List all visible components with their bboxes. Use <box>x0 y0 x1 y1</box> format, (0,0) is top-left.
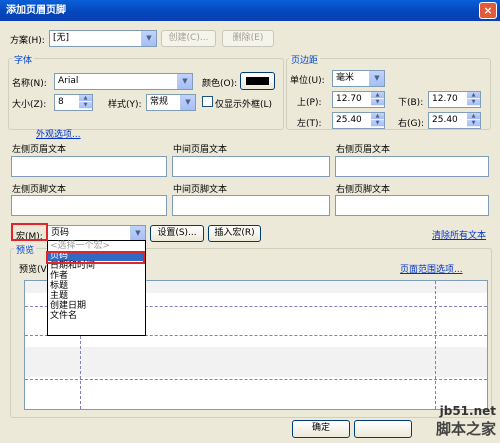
window-title: 添加页眉页脚 <box>6 5 66 16</box>
margin-right-value: 25.40 <box>432 115 458 125</box>
right-footer-label: 右侧页脚文本 <box>336 185 391 195</box>
font-style-label: 样式(Y): <box>108 100 142 110</box>
font-group-title: 字体 <box>12 53 35 66</box>
spin-up-icon[interactable]: ▲ <box>371 92 384 99</box>
center-header-label: 中间页眉文本 <box>173 145 228 155</box>
margin-group-title: 页边距 <box>289 53 321 66</box>
spin-down-icon[interactable]: ▼ <box>371 99 384 106</box>
spin-up-icon[interactable]: ▲ <box>467 92 480 99</box>
margin-unit-label: 单位(U): <box>290 76 325 86</box>
font-size-spinner[interactable]: 8 ▲ ▼ <box>54 94 93 111</box>
right-footer-input[interactable] <box>335 195 489 216</box>
margin-left-label: 左(T): <box>297 119 322 129</box>
appearance-options-link[interactable]: 外观选项... <box>36 127 81 140</box>
outline-only-checkbox[interactable] <box>202 96 213 107</box>
watermark-brand: 脚本之家 <box>435 420 496 438</box>
margin-top-value: 12.70 <box>336 94 362 104</box>
margin-right-label: 右(G): <box>398 119 425 129</box>
margin-top-spinner[interactable]: 12.70 ▲ ▼ <box>332 91 385 108</box>
font-size-value: 8 <box>58 97 64 107</box>
font-style-value: 常规 <box>150 97 169 107</box>
font-name-combo[interactable]: Arial ▼ <box>54 73 193 90</box>
margin-right-spinner[interactable]: 25.40 ▲ ▼ <box>428 112 481 129</box>
left-header-input[interactable] <box>11 156 167 177</box>
macro-value: 页码 <box>51 228 70 238</box>
delete-scheme-button[interactable]: 删除(E) <box>222 30 274 47</box>
right-header-input[interactable] <box>335 156 489 177</box>
scheme-value: [无] <box>53 33 70 43</box>
margin-bottom-spinner[interactable]: 12.70 ▲ ▼ <box>428 91 481 108</box>
margin-bottom-label: 下(B): <box>398 98 424 108</box>
add-header-footer-dialog: 添加页眉页脚 × 方案(H): [无] ▼ 创建(C)... 删除(E) 字体 … <box>0 0 500 443</box>
create-scheme-button[interactable]: 创建(C)... <box>161 30 216 47</box>
insert-macro-button[interactable]: 插入宏(R) <box>208 225 261 242</box>
page-range-options-link[interactable]: 页面范围选项... <box>400 262 463 275</box>
chevron-down-icon[interactable]: ▼ <box>141 31 156 46</box>
macro-option[interactable]: 标题 <box>48 281 145 291</box>
spin-down-icon[interactable]: ▼ <box>467 120 480 127</box>
preview-group-title: 预览 <box>14 243 37 256</box>
watermark: jb51.net 脚本之家 <box>436 404 496 439</box>
font-name-label: 名称(N): <box>12 79 47 89</box>
margin-top-label: 上(P): <box>297 98 322 108</box>
margin-unit-value: 毫米 <box>336 73 355 83</box>
macro-option[interactable]: 创建日期 <box>48 301 145 311</box>
highlight-box <box>11 223 48 241</box>
chevron-down-icon[interactable]: ▼ <box>369 71 384 86</box>
title-bar: 添加页眉页脚 × <box>0 0 500 21</box>
font-color-button[interactable] <box>240 72 275 90</box>
scheme-label: 方案(H): <box>10 36 45 46</box>
macro-option[interactable]: <选择一个宏> <box>48 241 145 251</box>
spin-down-icon[interactable]: ▼ <box>79 102 92 109</box>
font-style-combo[interactable]: 常规 ▼ <box>146 94 196 111</box>
spin-up-icon[interactable]: ▲ <box>467 113 480 120</box>
ok-button[interactable]: 确定 <box>292 420 350 438</box>
center-footer-label: 中间页脚文本 <box>173 185 228 195</box>
left-footer-label: 左侧页脚文本 <box>12 185 67 195</box>
macro-option[interactable]: 作者 <box>48 271 145 281</box>
macro-settings-button[interactable]: 设置(S)... <box>150 225 204 242</box>
margin-bottom-value: 12.70 <box>432 94 458 104</box>
preview-page-gap <box>25 347 487 377</box>
right-header-label: 右侧页眉文本 <box>336 145 391 155</box>
outline-only-label: 仅显示外框(L) <box>215 100 273 110</box>
watermark-site: jb51.net <box>439 404 496 418</box>
close-icon[interactable]: × <box>479 2 497 19</box>
color-swatch <box>246 77 269 85</box>
spin-down-icon[interactable]: ▼ <box>371 120 384 127</box>
margin-left-value: 25.40 <box>336 115 362 125</box>
highlight-box <box>46 251 145 264</box>
chevron-down-icon[interactable]: ▼ <box>130 226 145 241</box>
font-name-value: Arial <box>58 76 79 86</box>
cancel-button[interactable] <box>354 420 412 438</box>
preview-right-margin-line <box>435 281 436 409</box>
spin-up-icon[interactable]: ▲ <box>371 113 384 120</box>
left-footer-input[interactable] <box>11 195 167 216</box>
spin-down-icon[interactable]: ▼ <box>467 99 480 106</box>
left-header-label: 左侧页眉文本 <box>12 145 67 155</box>
center-header-input[interactable] <box>172 156 330 177</box>
scheme-combo[interactable]: [无] ▼ <box>49 30 157 47</box>
macro-option[interactable]: 主题 <box>48 291 145 301</box>
chevron-down-icon[interactable]: ▼ <box>177 74 192 89</box>
font-size-label: 大小(Z): <box>12 100 47 110</box>
macro-option[interactable]: 文件名 <box>48 311 145 321</box>
spin-up-icon[interactable]: ▲ <box>79 95 92 102</box>
center-footer-input[interactable] <box>172 195 330 216</box>
clear-all-text-link[interactable]: 清除所有文本 <box>432 228 486 241</box>
margin-left-spinner[interactable]: 25.40 ▲ ▼ <box>332 112 385 129</box>
margin-unit-combo[interactable]: 毫米 ▼ <box>332 70 385 87</box>
preview-header-margin-line-2 <box>25 379 487 380</box>
font-color-label: 颜色(O): <box>202 79 238 89</box>
chevron-down-icon[interactable]: ▼ <box>180 95 195 110</box>
